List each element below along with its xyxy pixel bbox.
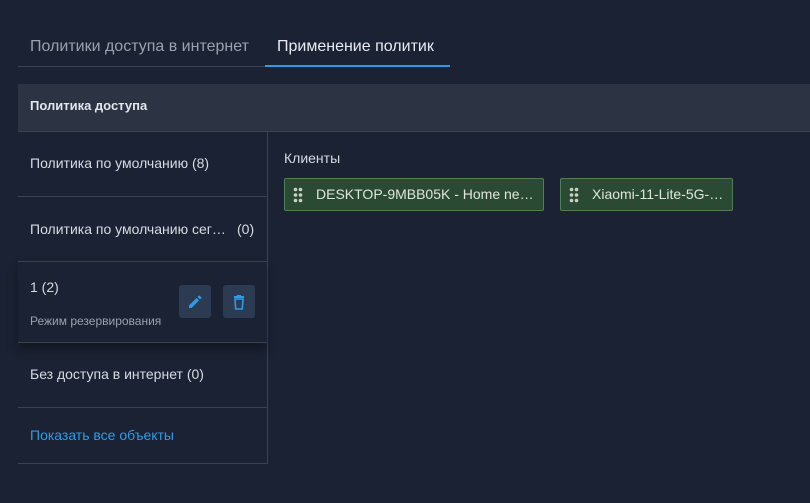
edit-policy-button[interactable] <box>179 285 211 318</box>
policy-list: Политика по умолчанию (8) Политика по ум… <box>18 132 268 464</box>
client-chip-label: DESKTOP-9MBB05K - Home network <box>316 186 537 202</box>
tab-bar: Политики доступа в интернет Применение п… <box>18 28 810 68</box>
client-chip[interactable]: DESKTOP-9MBB05K - Home network <box>284 178 544 211</box>
policy-label: 1 (2) <box>30 279 59 295</box>
policy-label: Политика по умолчанию (8) <box>30 155 210 171</box>
pencil-icon <box>189 295 202 308</box>
drag-handle-icon[interactable] <box>569 187 579 203</box>
policy-label: Политика по умолчанию сегмента <box>30 221 226 237</box>
delete-policy-button[interactable] <box>223 285 255 318</box>
policy-mode-subtitle: Режим резервирования <box>30 314 162 328</box>
client-chip-label: Xiaomi-11-Lite-5G-NE <box>592 186 728 202</box>
trash-icon <box>234 294 244 310</box>
policy-item-default-segment[interactable]: Политика по умолчанию сегмента (0) <box>18 197 267 262</box>
tab-internet-access-policies[interactable]: Политики доступа в интернет <box>30 28 249 66</box>
clients-heading: Клиенты <box>284 150 341 166</box>
tab-policy-application[interactable]: Применение политик <box>277 28 434 66</box>
show-all-link[interactable]: Показать все объекты <box>30 427 174 443</box>
drag-handle-icon[interactable] <box>293 187 303 203</box>
table-header: Политика доступа <box>18 84 810 132</box>
active-tab-indicator <box>265 65 450 67</box>
policy-item-no-internet[interactable]: Без доступа в интернет (0) <box>18 343 267 408</box>
policy-item-default[interactable]: Политика по умолчанию (8) <box>18 132 267 197</box>
client-chip[interactable]: Xiaomi-11-Lite-5G-NE <box>560 178 733 211</box>
policy-item-1[interactable]: 1 (2) Режим резервирования <box>18 262 267 343</box>
column-title-access-policy: Политика доступа <box>30 98 148 113</box>
policy-count: (0) <box>237 221 255 237</box>
policy-label: Без доступа в интернет (0) <box>30 366 204 382</box>
